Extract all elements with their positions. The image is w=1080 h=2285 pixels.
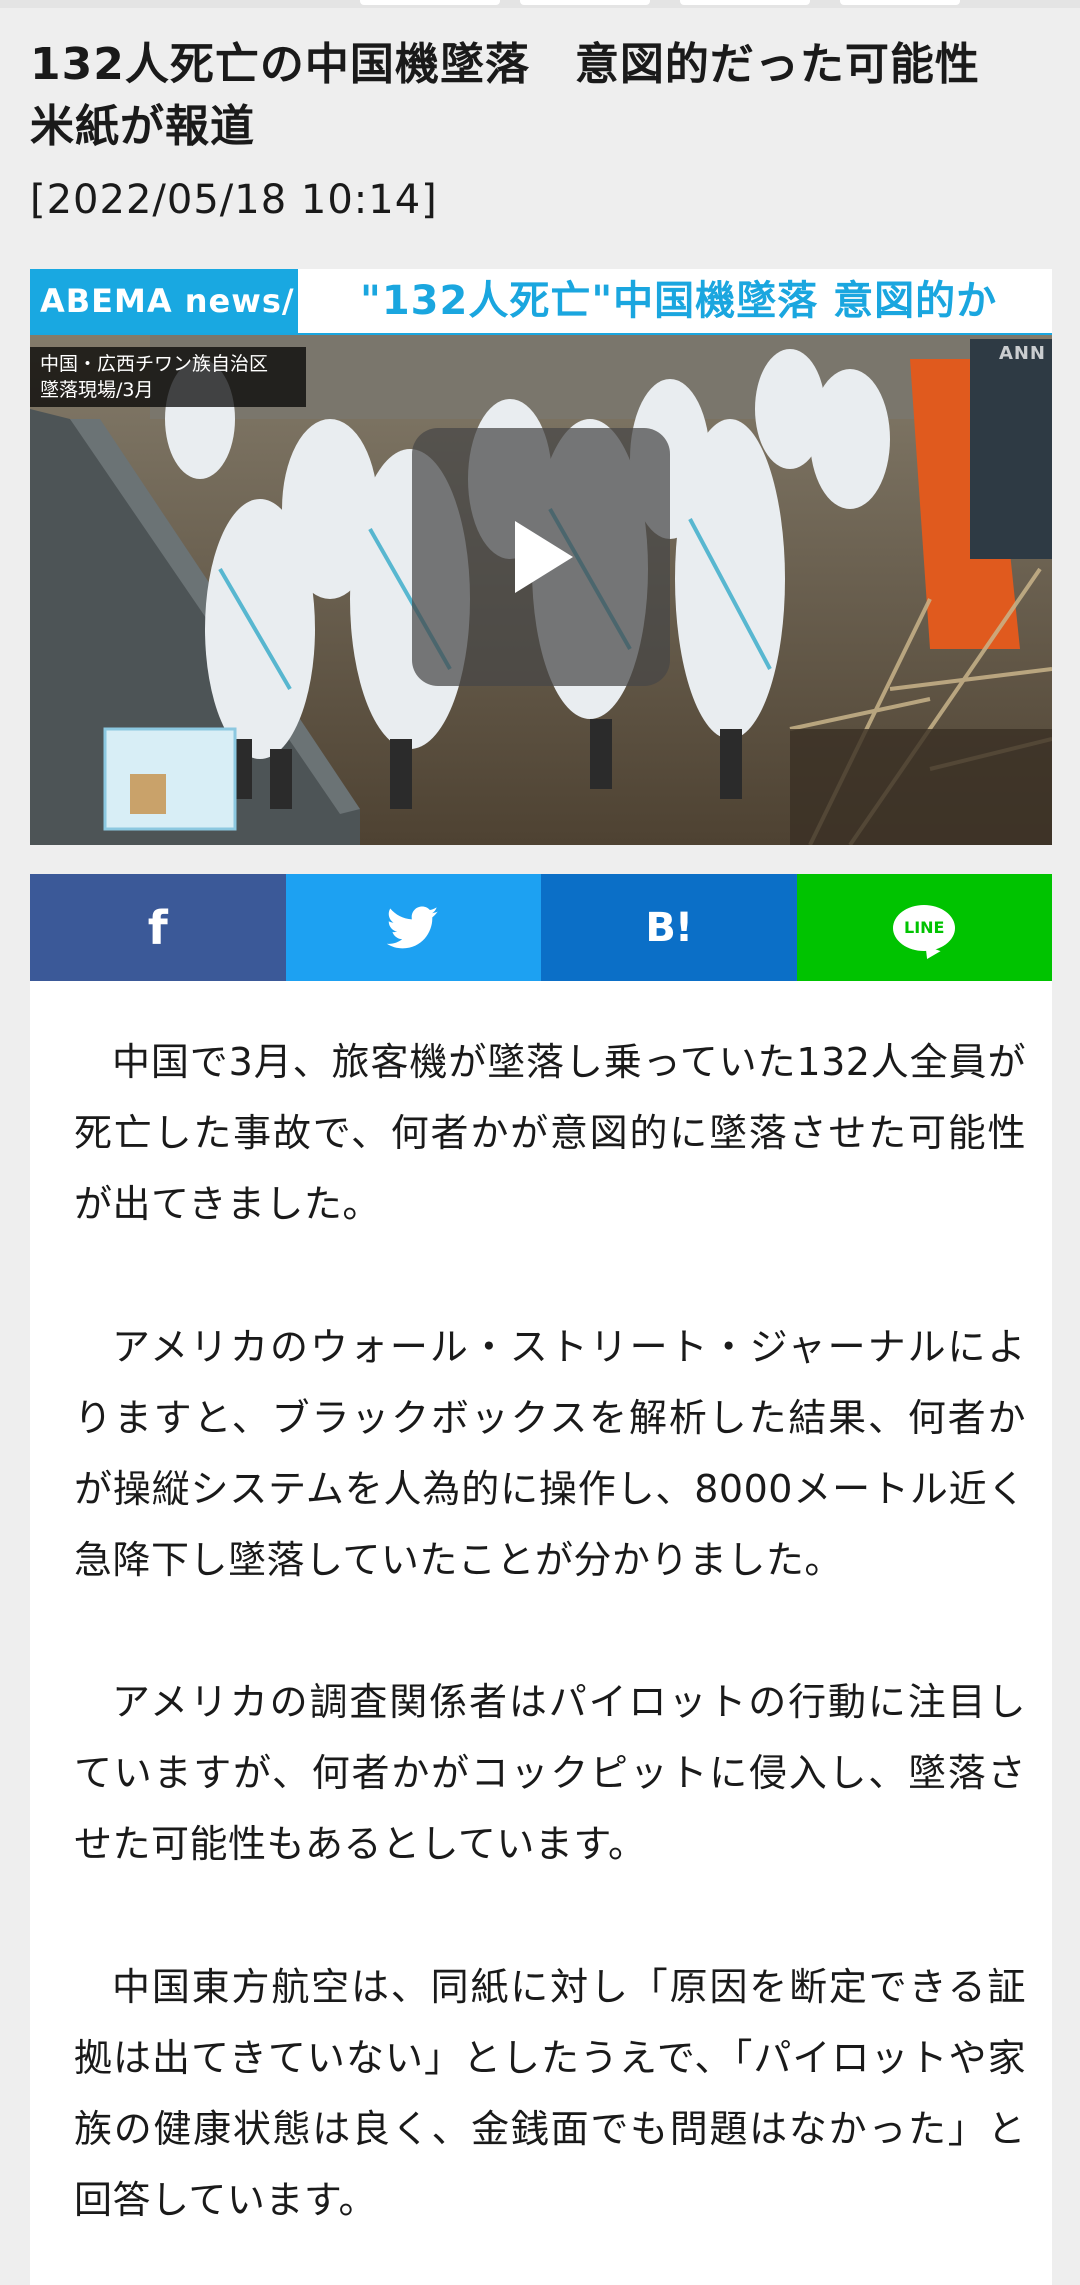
video-headline: "132人死亡"中国機墜落 意図的か xyxy=(360,278,998,324)
caption-line-1: 中国・広西チワン族自治区 xyxy=(40,353,269,375)
article-paragraph: 中国東方航空は、同紙に対し「原因を断定できる証拠は出てきていない」としたうえで、… xyxy=(74,1965,1026,2222)
abema-news-logo: ABEMA news/ xyxy=(30,269,298,333)
video-player[interactable]: ABEMA news/ "132人死亡"中国機墜落 意図的か 中国・広西チワン族… xyxy=(30,269,1052,845)
share-line-button[interactable]: LINE xyxy=(796,874,1052,981)
article-title: 132人死亡の中国機墜落 意図的だった可能性 米紙が報道 xyxy=(30,39,1025,152)
top-bar-remnant xyxy=(0,0,1080,8)
play-icon xyxy=(515,521,573,593)
share-twitter-button[interactable] xyxy=(285,874,541,981)
share-bar: f B! LINE xyxy=(30,874,1052,981)
share-facebook-button[interactable]: f xyxy=(30,874,286,981)
line-icon-label: LINE xyxy=(904,918,945,937)
share-hatena-button[interactable]: B! xyxy=(541,874,797,981)
hatena-bookmark-icon: B! xyxy=(645,904,693,951)
article-body: 中国で3月、旅客機が墜落し乗っていた132人全員が死亡した事故で、何者かが意図的… xyxy=(30,981,1052,2285)
facebook-icon: f xyxy=(147,900,168,955)
twitter-bird-icon xyxy=(387,906,439,948)
article-paragraph: 中国で3月、旅客機が墜落し乗っていた132人全員が死亡した事故で、何者かが意図的… xyxy=(74,1040,1026,1226)
video-location-caption: 中国・広西チワン族自治区 墜落現場/3月 xyxy=(30,347,306,407)
article-date: [2022/05/18 10:14] xyxy=(30,177,438,223)
article-paragraph: アメリカの調査関係者はパイロットの行動に注目していますが、何者かがコックピットに… xyxy=(74,1680,1026,1866)
caption-line-2: 墜落現場/3月 xyxy=(40,379,154,401)
line-icon: LINE xyxy=(893,904,956,951)
video-banner: ABEMA news/ "132人死亡"中国機墜落 意図的か xyxy=(30,269,1052,335)
play-button[interactable] xyxy=(412,428,670,686)
ann-watermark: ANN xyxy=(998,343,1046,364)
article-paragraph: アメリカのウォール・ストリート・ジャーナルによりますと、ブラックボックスを解析し… xyxy=(74,1325,1026,1582)
